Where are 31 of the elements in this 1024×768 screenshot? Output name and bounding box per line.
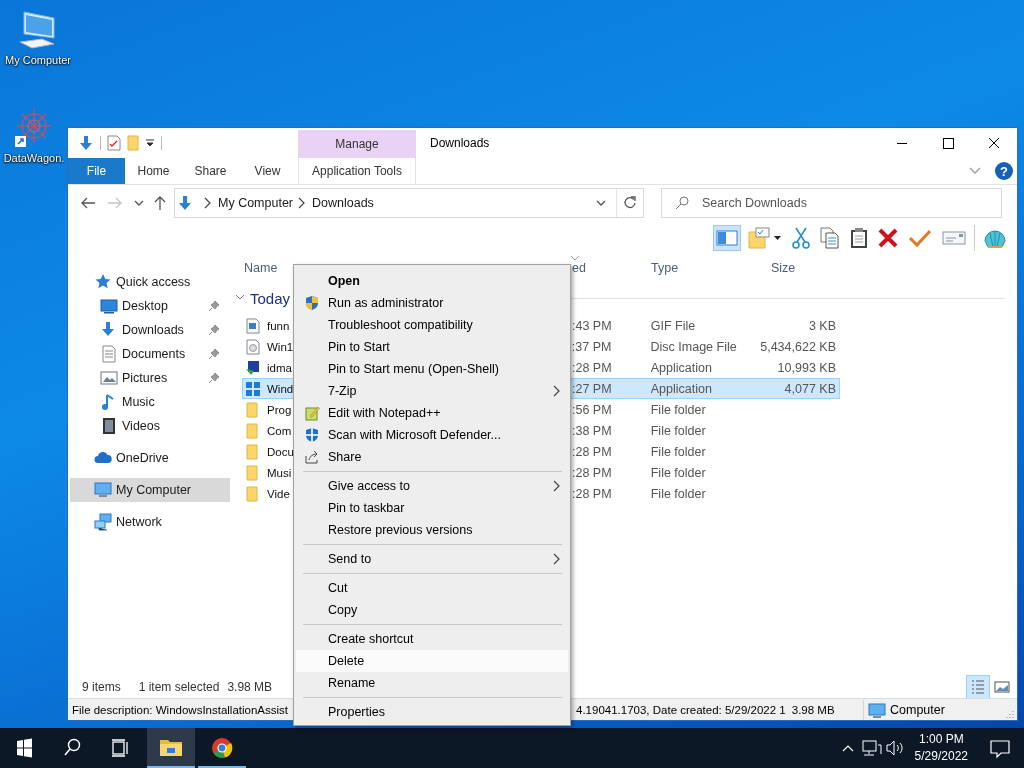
item-count: 9 items bbox=[82, 680, 121, 694]
file-description: File description: WindowsInstallationAssist bbox=[71, 703, 290, 716]
table-cell: Application bbox=[650, 381, 712, 396]
table-cell: File folder bbox=[650, 423, 706, 438]
table-cell: :28 PM bbox=[572, 360, 612, 375]
table-cell: :28 PM bbox=[572, 486, 612, 501]
table-cell: :28 PM bbox=[572, 465, 612, 480]
table-cell: :28 PM bbox=[572, 444, 612, 459]
table-cell: 5,434,622 KB bbox=[760, 339, 836, 354]
table-cell: :27 PM bbox=[572, 381, 612, 396]
table-cell: File folder bbox=[650, 402, 706, 417]
table-cell: File folder bbox=[650, 486, 706, 501]
zone-label: Computer bbox=[890, 702, 945, 717]
selection-size: 3.98 MB bbox=[227, 680, 273, 694]
table-cell: 10,993 KB bbox=[777, 360, 836, 375]
table-cell: GIF File bbox=[650, 318, 696, 333]
table-cell: :56 PM bbox=[572, 402, 612, 417]
window-title: Downloads bbox=[429, 135, 490, 152]
table-cell: Application bbox=[650, 360, 712, 375]
contextual-tab-header: Manage bbox=[298, 130, 416, 158]
table-cell: :37 PM bbox=[571, 339, 612, 354]
file-details: 4.19041.1703, Date created: 5/29/2022 1 bbox=[576, 703, 786, 716]
table-cell: 4,077 KB bbox=[784, 381, 836, 396]
table-cell: :43 PM bbox=[572, 318, 612, 333]
table-cell: 3 KB bbox=[808, 318, 836, 333]
file-size: 3.98 MB bbox=[791, 703, 835, 716]
table-cell: File folder bbox=[650, 444, 706, 459]
table-cell: Disc Image File bbox=[650, 339, 737, 354]
table-cell: File folder bbox=[650, 465, 706, 480]
table-cell: :38 PM bbox=[572, 423, 612, 438]
selection-info: 1 item selected bbox=[138, 680, 220, 694]
